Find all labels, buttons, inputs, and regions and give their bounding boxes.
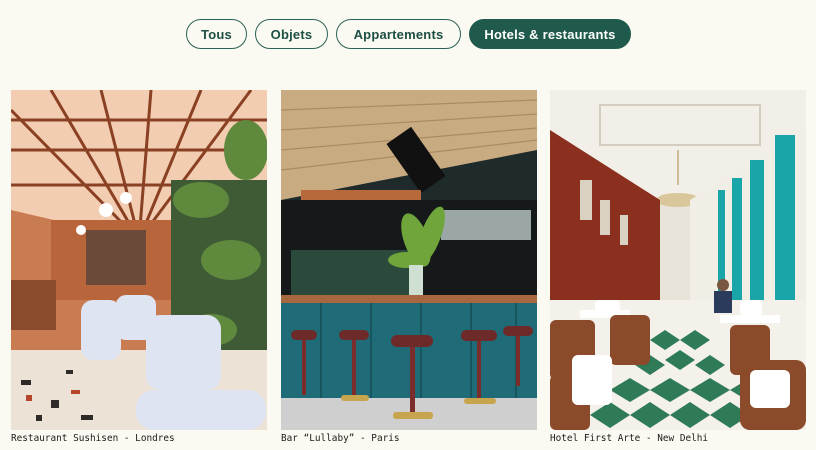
caption-restaurant-sushisen: Restaurant Sushisen - Londres [11, 433, 175, 444]
caption-hotel-first-arte: Hotel First Arte - New Delhi [550, 433, 709, 444]
filter-tab-objets[interactable]: Objets [255, 19, 328, 49]
photo-hotel-first-arte[interactable] [550, 90, 806, 430]
filter-tabs: Tous Objets Appartements Hotels & restau… [0, 19, 816, 51]
filter-tab-hotels-restaurants[interactable]: Hotels & restaurants [469, 19, 631, 49]
photo-restaurant-greenhouse[interactable] [11, 90, 267, 430]
filter-tab-appartements[interactable]: Appartements [336, 19, 461, 49]
filter-tab-tous[interactable]: Tous [186, 19, 247, 49]
caption-bar-lullaby: Bar “Lullaby” - Paris [281, 433, 400, 444]
photo-bar-lullaby[interactable] [281, 90, 537, 430]
